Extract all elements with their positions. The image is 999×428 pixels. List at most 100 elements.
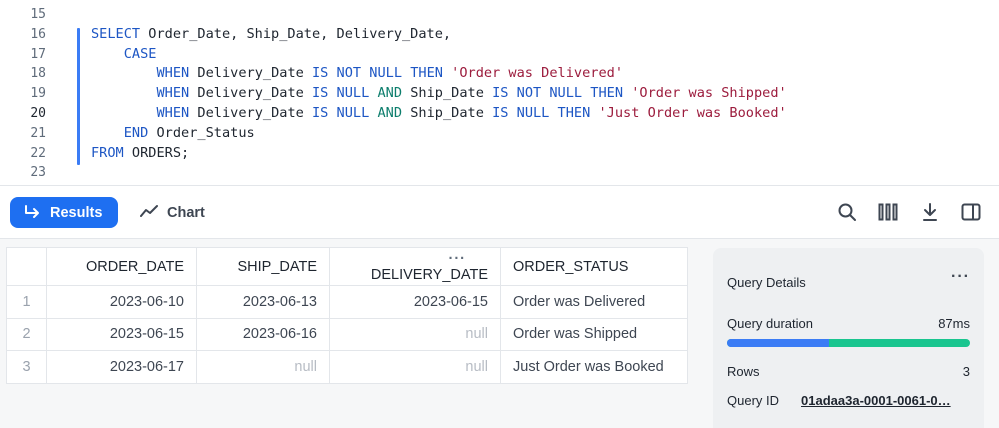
cell-ship-date[interactable]: 2023-06-13 — [196, 285, 330, 319]
code-keyword: IS NULL THEN — [492, 104, 591, 121]
code-keyword: END — [123, 124, 149, 141]
line-number: 22 — [30, 145, 46, 161]
code-area[interactable]: SELECT Order_Date, Ship_Date, Delivery_D… — [91, 5, 999, 183]
cell-order-status[interactable]: Just Order was Booked — [500, 350, 688, 384]
columns-icon[interactable] — [876, 200, 900, 224]
cell-order-status[interactable]: Order was Delivered — [500, 285, 688, 319]
code-line[interactable]: CASE — [91, 45, 999, 65]
code-line[interactable]: WHEN Delivery_Date IS NOT NULL THEN 'Ord… — [91, 64, 999, 84]
download-icon[interactable] — [918, 200, 942, 224]
query-details-panel: Query Details ··· Query duration 87ms Ro… — [713, 248, 984, 428]
grid-header-row: ORDER_DATE SHIP_DATE ···DELIVERY_DATE OR… — [6, 247, 688, 286]
line-number: 15 — [30, 7, 46, 22]
column-menu-icon[interactable]: ··· — [449, 251, 467, 267]
code-line[interactable] — [91, 163, 999, 183]
cell-delivery-date[interactable]: null — [329, 317, 501, 351]
rows-value: 3 — [962, 364, 970, 379]
code-line[interactable]: WHEN Delivery_Date IS NULL AND Ship_Date… — [91, 84, 999, 104]
code-keyword: FROM — [91, 144, 124, 161]
code-string: 'Order was Shipped' — [631, 85, 787, 102]
code-line[interactable]: FROM ORDERS; — [91, 144, 999, 164]
query-duration-value: 87ms — [938, 316, 970, 331]
sql-editor[interactable]: 15 16 17 18 19 20 21 22 23 SELECT Order_… — [0, 0, 999, 185]
query-duration-row: Query duration 87ms — [727, 316, 970, 331]
column-header-delivery-date[interactable]: ···DELIVERY_DATE — [329, 247, 501, 286]
results-panel: ORDER_DATE SHIP_DATE ···DELIVERY_DATE OR… — [0, 238, 999, 428]
table-row[interactable]: 2 2023-06-15 2023-06-16 null Order was S… — [6, 317, 688, 351]
cell-ship-date[interactable]: null — [196, 350, 330, 384]
rows-label: Rows — [727, 364, 760, 379]
line-number: 23 — [30, 165, 46, 181]
return-arrow-icon — [23, 204, 41, 221]
code-keyword: WHEN — [156, 104, 190, 121]
query-details-title: Query Details — [727, 275, 806, 290]
code-text: Order_Status — [148, 124, 255, 141]
cell-order-status[interactable]: Order was Shipped — [500, 317, 688, 351]
statement-highlight-bar — [77, 28, 80, 165]
query-duration-bar-fill — [727, 339, 830, 347]
line-number: 17 — [30, 46, 46, 62]
line-number-active: 20 — [30, 105, 46, 121]
code-keyword: CASE — [123, 45, 157, 62]
line-number: 18 — [30, 66, 46, 82]
code-keyword: AND — [377, 85, 403, 102]
table-row[interactable]: 1 2023-06-10 2023-06-13 2023-06-15 Order… — [6, 285, 688, 319]
column-header-label: DELIVERY_DATE — [370, 266, 488, 283]
code-line[interactable]: WHEN Delivery_Date IS NULL AND Ship_Date… — [91, 104, 999, 124]
cell-order-date[interactable]: 2023-06-15 — [46, 317, 197, 351]
code-text: Delivery_Date — [189, 85, 312, 102]
query-id-label: Query ID — [727, 393, 780, 408]
row-index: 1 — [6, 285, 47, 319]
code-keyword: AND — [377, 104, 403, 121]
code-keyword: WHEN — [156, 85, 190, 102]
column-header-ship-date[interactable]: SHIP_DATE — [196, 247, 330, 286]
code-keyword: IS NULL — [312, 104, 370, 121]
code-keyword: IS NOT NULL THEN — [312, 65, 443, 82]
column-header-order-status[interactable]: ORDER_STATUS — [500, 247, 688, 286]
results-tab-button[interactable]: Results — [10, 197, 118, 228]
line-number-gutter: 15 16 17 18 19 20 21 22 23 — [0, 5, 46, 183]
cell-ship-date[interactable]: 2023-06-16 — [196, 317, 330, 351]
code-text: Delivery_Date — [189, 104, 312, 121]
code-keyword: SELECT — [91, 25, 141, 42]
more-options-icon[interactable]: ··· — [951, 268, 970, 286]
table-row[interactable]: 3 2023-06-17 null null Just Order was Bo… — [6, 350, 688, 384]
search-icon[interactable] — [835, 200, 859, 224]
query-id-row: Query ID 01adaa3a-0001-0061-0… — [727, 393, 970, 408]
code-text: Delivery_Date — [189, 65, 312, 82]
code-line[interactable]: END Order_Status — [91, 124, 999, 144]
cell-delivery-date[interactable]: null — [329, 350, 501, 384]
results-toolbar: Results Chart — [0, 185, 999, 238]
code-keyword: WHEN — [156, 65, 190, 82]
code-keyword: IS NOT NULL THEN — [492, 85, 624, 102]
code-string: 'Just Order was Booked' — [598, 104, 787, 121]
code-line[interactable]: SELECT Order_Date, Ship_Date, Delivery_D… — [91, 25, 999, 45]
query-duration-bar — [727, 339, 970, 347]
results-tab-label: Results — [50, 204, 103, 221]
code-text: ORDERS; — [123, 144, 190, 161]
split-panel-icon[interactable] — [959, 200, 983, 224]
cell-order-date[interactable]: 2023-06-10 — [46, 285, 197, 319]
code-string: 'Order was Delivered' — [451, 65, 624, 82]
chart-tab-button[interactable]: Chart — [140, 197, 205, 228]
query-duration-label: Query duration — [727, 316, 813, 331]
rows-row: Rows 3 — [727, 364, 970, 379]
code-text: Ship_Date — [402, 104, 493, 121]
cell-order-date[interactable]: 2023-06-17 — [46, 350, 197, 384]
chart-tab-label: Chart — [167, 204, 205, 221]
query-id-link[interactable]: 01adaa3a-0001-0061-0… — [801, 393, 951, 408]
column-header-order-date[interactable]: ORDER_DATE — [46, 247, 197, 286]
cell-delivery-date[interactable]: 2023-06-15 — [329, 285, 501, 319]
code-keyword: IS NULL — [312, 85, 370, 102]
line-number: 21 — [30, 125, 46, 141]
line-chart-icon — [140, 204, 158, 222]
line-number: 16 — [30, 26, 46, 42]
code-line[interactable] — [91, 5, 999, 25]
